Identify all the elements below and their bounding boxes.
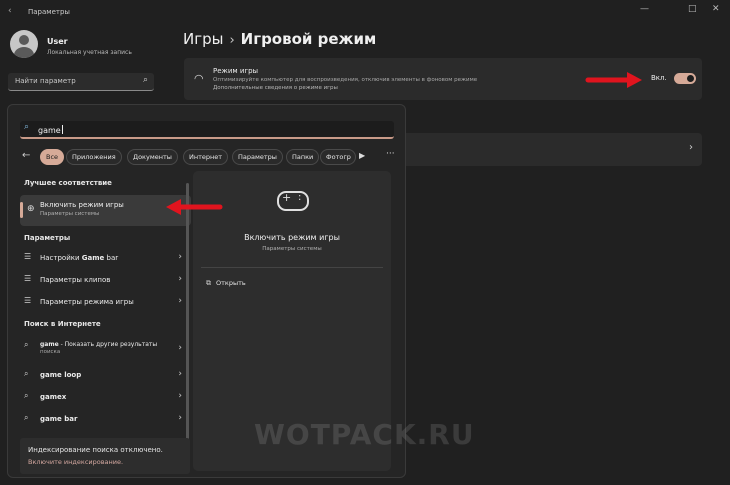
page-title: Игровой режим	[240, 30, 377, 48]
web-search-header: Поиск в Интернете	[24, 320, 101, 328]
search-filter-bar: ← Все Приложения Документы Интернет Пара…	[20, 149, 395, 165]
result-clip-settings[interactable]: ☰ Параметры клипов ›	[20, 272, 182, 290]
best-match-subtitle: Параметры системы	[40, 211, 100, 217]
gauge-icon: ◠	[194, 72, 204, 85]
breadcrumb-parent[interactable]: Игры	[183, 30, 223, 48]
settings-search-input[interactable]: Найти параметр ⌕	[8, 73, 154, 91]
result-label: game - Показать другие результаты	[40, 341, 158, 348]
result-label: gamex	[40, 393, 67, 401]
preview-title: Включить режим игры	[244, 233, 340, 242]
maximize-icon[interactable]: □	[688, 4, 697, 14]
search-icon: ⌕	[24, 369, 29, 378]
annotation-arrow-right	[585, 72, 642, 88]
search-icon: ⌕	[24, 391, 29, 400]
result-label: Параметры клипов	[40, 276, 111, 284]
window-titlebar: ‹ Параметры — □ ✕	[0, 0, 730, 24]
open-button[interactable]: ⧉ Открыть	[206, 279, 246, 288]
start-search-input[interactable]: ⌕ game	[20, 121, 394, 139]
game-mode-description: Оптимизируйте компьютер для воспроизведе…	[213, 77, 478, 83]
scroll-filters-icon[interactable]: ▶	[359, 151, 365, 160]
avatar[interactable]	[10, 30, 38, 58]
game-mode-toggle[interactable]	[674, 73, 696, 84]
chevron-right-icon: ›	[178, 252, 182, 262]
watermark: WOTPACK.RU	[254, 418, 475, 451]
chevron-right-icon: ›	[178, 413, 182, 423]
web-result-gamex[interactable]: ⌕ gamex ›	[20, 389, 182, 407]
web-result-game-loop[interactable]: ⌕ game loop ›	[20, 367, 182, 385]
chevron-right-icon: ›	[689, 142, 693, 153]
breadcrumb-separator: ›	[229, 33, 235, 48]
result-label: game loop	[40, 371, 82, 379]
more-options-icon[interactable]: ···	[386, 149, 395, 159]
annotation-arrow-left	[166, 199, 223, 215]
filter-photos[interactable]: Фотогр	[320, 149, 356, 165]
search-icon: ⌕	[24, 122, 30, 132]
divider	[201, 267, 383, 268]
enable-indexing-link[interactable]: Включите индексирование.	[28, 458, 123, 466]
minimize-icon[interactable]: —	[640, 4, 649, 14]
filter-settings[interactable]: Параметры	[232, 149, 283, 165]
back-arrow-icon[interactable]: ‹	[8, 6, 12, 16]
results-scrollbar[interactable]	[186, 183, 189, 451]
search-query: game	[38, 126, 61, 135]
settings-search-placeholder: Найти параметр	[15, 77, 76, 85]
web-result-game[interactable]: ⌕ game - Показать другие результаты поис…	[20, 338, 182, 362]
best-match-title: Включить режим игры	[40, 201, 124, 209]
search-icon: ⌕	[24, 340, 29, 349]
settings-results-header: Параметры	[24, 234, 71, 242]
back-arrow-icon[interactable]: ←	[22, 150, 30, 161]
user-account-type: Локальная учетная запись	[47, 49, 132, 56]
result-label: game bar	[40, 415, 78, 423]
chevron-right-icon: ›	[178, 343, 182, 353]
best-match-header: Лучшее соответствие	[24, 179, 112, 187]
filter-apps[interactable]: Приложения	[66, 149, 122, 165]
filter-folders[interactable]: Папки	[286, 149, 320, 165]
close-icon[interactable]: ✕	[712, 4, 720, 14]
result-game-mode-settings[interactable]: ☰ Параметры режима игры ›	[20, 294, 182, 312]
settings-slider-icon: ☰	[24, 274, 32, 283]
window-title: Параметры	[28, 8, 70, 16]
user-name: User	[47, 37, 68, 46]
chevron-right-icon: ›	[178, 274, 182, 284]
game-mode-learn-more-link[interactable]: Дополнительные сведения о режиме игры	[213, 85, 338, 91]
settings-slider-icon: ☰	[24, 252, 32, 261]
breadcrumb: Игры › Игровой режим	[183, 30, 376, 48]
chevron-right-icon: ›	[178, 391, 182, 401]
game-mode-state-label: Вкл.	[651, 74, 667, 82]
selection-indicator	[20, 202, 23, 218]
chevron-right-icon: ›	[178, 296, 182, 306]
result-desc: поиска	[40, 349, 61, 355]
preview-subtitle: Параметры системы	[262, 246, 322, 252]
search-icon: ⌕	[24, 413, 29, 422]
result-label: Настройки Game bar	[40, 254, 119, 262]
search-icon: ⌕	[142, 75, 148, 85]
chevron-right-icon: ›	[178, 369, 182, 379]
result-game-bar-settings[interactable]: ☰ Настройки Game bar ›	[20, 250, 182, 268]
filter-all[interactable]: Все	[40, 149, 65, 165]
filter-web[interactable]: Интернет	[183, 149, 229, 165]
gamepad-icon	[277, 191, 309, 211]
open-external-icon: ⧉	[206, 279, 211, 287]
result-label: Параметры режима игры	[40, 298, 134, 306]
filter-documents[interactable]: Документы	[127, 149, 178, 165]
indexing-notice-text: Индексирование поиска отключено.	[28, 446, 163, 454]
game-mode-title: Режим игры	[213, 67, 259, 75]
gamepad-icon: ⊕	[27, 204, 35, 214]
indexing-notice: Индексирование поиска отключено. Включит…	[20, 438, 190, 474]
web-result-game-bar[interactable]: ⌕ game bar ›	[20, 411, 182, 429]
settings-slider-icon: ☰	[24, 296, 32, 305]
